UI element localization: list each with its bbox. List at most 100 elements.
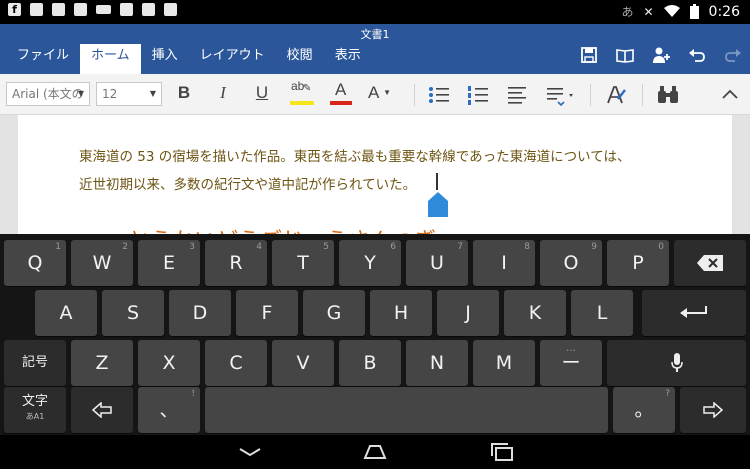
hide-keyboard-icon[interactable] xyxy=(237,442,263,462)
notification-icons: f xyxy=(8,3,177,16)
symbols-key[interactable]: 記号 xyxy=(4,340,66,386)
ribbon-tabs: ファイル ホーム 挿入 レイアウト 校閲 表示 xyxy=(6,44,372,74)
ime-indicator: あ xyxy=(621,5,634,19)
key-hint: 7 xyxy=(457,242,463,252)
key-hint: 1 xyxy=(55,242,61,252)
find-icon[interactable] xyxy=(656,83,680,107)
styles-brush-icon[interactable] xyxy=(604,83,628,107)
underline-button[interactable]: U xyxy=(250,83,274,107)
key-q[interactable]: Q1 xyxy=(4,240,66,286)
key-f[interactable]: F xyxy=(236,290,298,336)
key-m[interactable]: M xyxy=(473,340,535,386)
bullet-list-icon[interactable] xyxy=(427,83,451,107)
key-r[interactable]: R4 xyxy=(205,240,267,286)
key-j[interactable]: J xyxy=(437,290,499,336)
font-name-value: Arial (本文の xyxy=(12,87,84,101)
key-hint: 0 xyxy=(658,242,664,252)
key-d[interactable]: D xyxy=(169,290,231,336)
key-u[interactable]: U7 xyxy=(406,240,468,286)
input-mode-label: 文字 xyxy=(21,394,48,409)
font-size-value: 12 xyxy=(102,87,118,101)
font-size-change-button[interactable]: A ▼ xyxy=(368,83,402,107)
key-x[interactable]: X xyxy=(138,340,200,386)
key-hint: 8 xyxy=(524,242,530,252)
recent-apps-icon[interactable] xyxy=(489,442,515,462)
font-size-change-label: A xyxy=(368,83,379,102)
chevron-down-icon: ▼ xyxy=(77,89,84,98)
key-hint: 9 xyxy=(591,242,597,252)
document-paragraph-line: 東海道の 53 の宿場を描いた作品。東西を結ぶ最も重要な幹線であった東海道につい… xyxy=(79,149,631,165)
message-icon xyxy=(74,3,87,16)
font-color-label: A xyxy=(335,80,347,99)
space-key[interactable] xyxy=(205,387,608,433)
home-icon[interactable] xyxy=(362,442,388,462)
key-g[interactable]: G xyxy=(303,290,365,336)
numbered-list-icon[interactable] xyxy=(466,83,490,107)
key-a[interactable]: A xyxy=(35,290,97,336)
key-o[interactable]: O9 xyxy=(540,240,602,286)
font-color-button[interactable]: A xyxy=(329,80,353,107)
document-canvas: 東海道の 53 の宿場を描いた作品。東西を結ぶ最も重要な幹線であった東海道につい… xyxy=(0,115,750,254)
key-e[interactable]: E3 xyxy=(138,240,200,286)
key-n[interactable]: N xyxy=(406,340,468,386)
period-key[interactable]: 。 ? xyxy=(613,387,675,433)
clipboard-icon xyxy=(120,3,133,16)
italic-button[interactable]: I xyxy=(211,83,235,107)
chevron-down-icon: ▼ xyxy=(383,88,392,97)
left-arrow-key[interactable] xyxy=(71,387,133,433)
key-s[interactable]: S xyxy=(102,290,164,336)
font-name-dropdown[interactable]: Arial (本文の ▼ xyxy=(6,82,90,106)
tab-insert[interactable]: 挿入 xyxy=(141,44,189,74)
comma-key[interactable]: 、 ! xyxy=(138,387,200,433)
voice-input-key[interactable] xyxy=(607,340,746,386)
bold-button[interactable]: B xyxy=(172,83,196,107)
tab-view[interactable]: 表示 xyxy=(324,44,372,74)
key-p[interactable]: P0 xyxy=(607,240,669,286)
formatting-toolbar: Arial (本文の ▼ 12 ▼ B I U ab ✎ A A ▼ xyxy=(0,74,750,115)
key-w[interactable]: W2 xyxy=(71,240,133,286)
key-hint: 3 xyxy=(189,242,195,252)
divider xyxy=(590,84,591,106)
highlight-button[interactable]: ab ✎ xyxy=(289,79,315,107)
right-arrow-key[interactable] xyxy=(680,387,746,433)
key-i[interactable]: I8 xyxy=(473,240,535,286)
align-left-icon[interactable] xyxy=(505,83,529,107)
bag-check-icon xyxy=(164,3,177,16)
soft-keyboard: Q1 W2 E3 R4 T5 Y6 U7 I8 O9 P0 A S D F G … xyxy=(0,234,750,435)
paragraph-styles-icon[interactable] xyxy=(544,83,578,107)
share-icon[interactable] xyxy=(652,46,670,64)
redo-icon[interactable] xyxy=(724,46,742,64)
divider xyxy=(642,84,643,106)
text-cursor xyxy=(436,173,438,190)
key-hint: 6 xyxy=(390,242,396,252)
tab-home[interactable]: ホーム xyxy=(80,44,141,74)
microphone-icon xyxy=(670,353,683,372)
enter-key[interactable] xyxy=(642,290,746,336)
key-b[interactable]: B xyxy=(339,340,401,386)
key-long-vowel[interactable]: ー … xyxy=(540,340,602,386)
key-y[interactable]: Y6 xyxy=(339,240,401,286)
period-label: 。 xyxy=(634,399,654,421)
tab-review[interactable]: 校閲 xyxy=(276,44,324,74)
key-h[interactable]: H xyxy=(370,290,432,336)
ribbon-header: 文書1 ファイル ホーム 挿入 レイアウト 校閲 表示 xyxy=(0,24,750,74)
key-c[interactable]: C xyxy=(205,340,267,386)
tab-file[interactable]: ファイル xyxy=(6,44,80,74)
read-mode-icon[interactable] xyxy=(616,46,634,64)
tab-layout[interactable]: レイアウト xyxy=(189,44,276,74)
input-mode-key[interactable]: 文字 あA1 xyxy=(4,387,66,433)
cursor-handle[interactable] xyxy=(428,192,448,217)
key-v[interactable]: V xyxy=(272,340,334,386)
collapse-ribbon-icon[interactable] xyxy=(718,83,742,107)
font-size-dropdown[interactable]: 12 ▼ xyxy=(96,82,162,106)
key-z[interactable]: Z xyxy=(71,340,133,386)
key-t[interactable]: T5 xyxy=(272,240,334,286)
save-icon[interactable] xyxy=(580,46,598,64)
clock: 0:26 xyxy=(708,3,740,20)
highlight-color-bar xyxy=(290,101,314,105)
undo-icon[interactable] xyxy=(688,46,706,64)
keyboard-icon xyxy=(96,5,111,14)
document-page[interactable]: 東海道の 53 の宿場を描いた作品。東西を結ぶ最も重要な幹線であった東海道につい… xyxy=(18,115,732,254)
backspace-key[interactable] xyxy=(674,240,746,286)
comma-label: 、 xyxy=(159,399,179,421)
